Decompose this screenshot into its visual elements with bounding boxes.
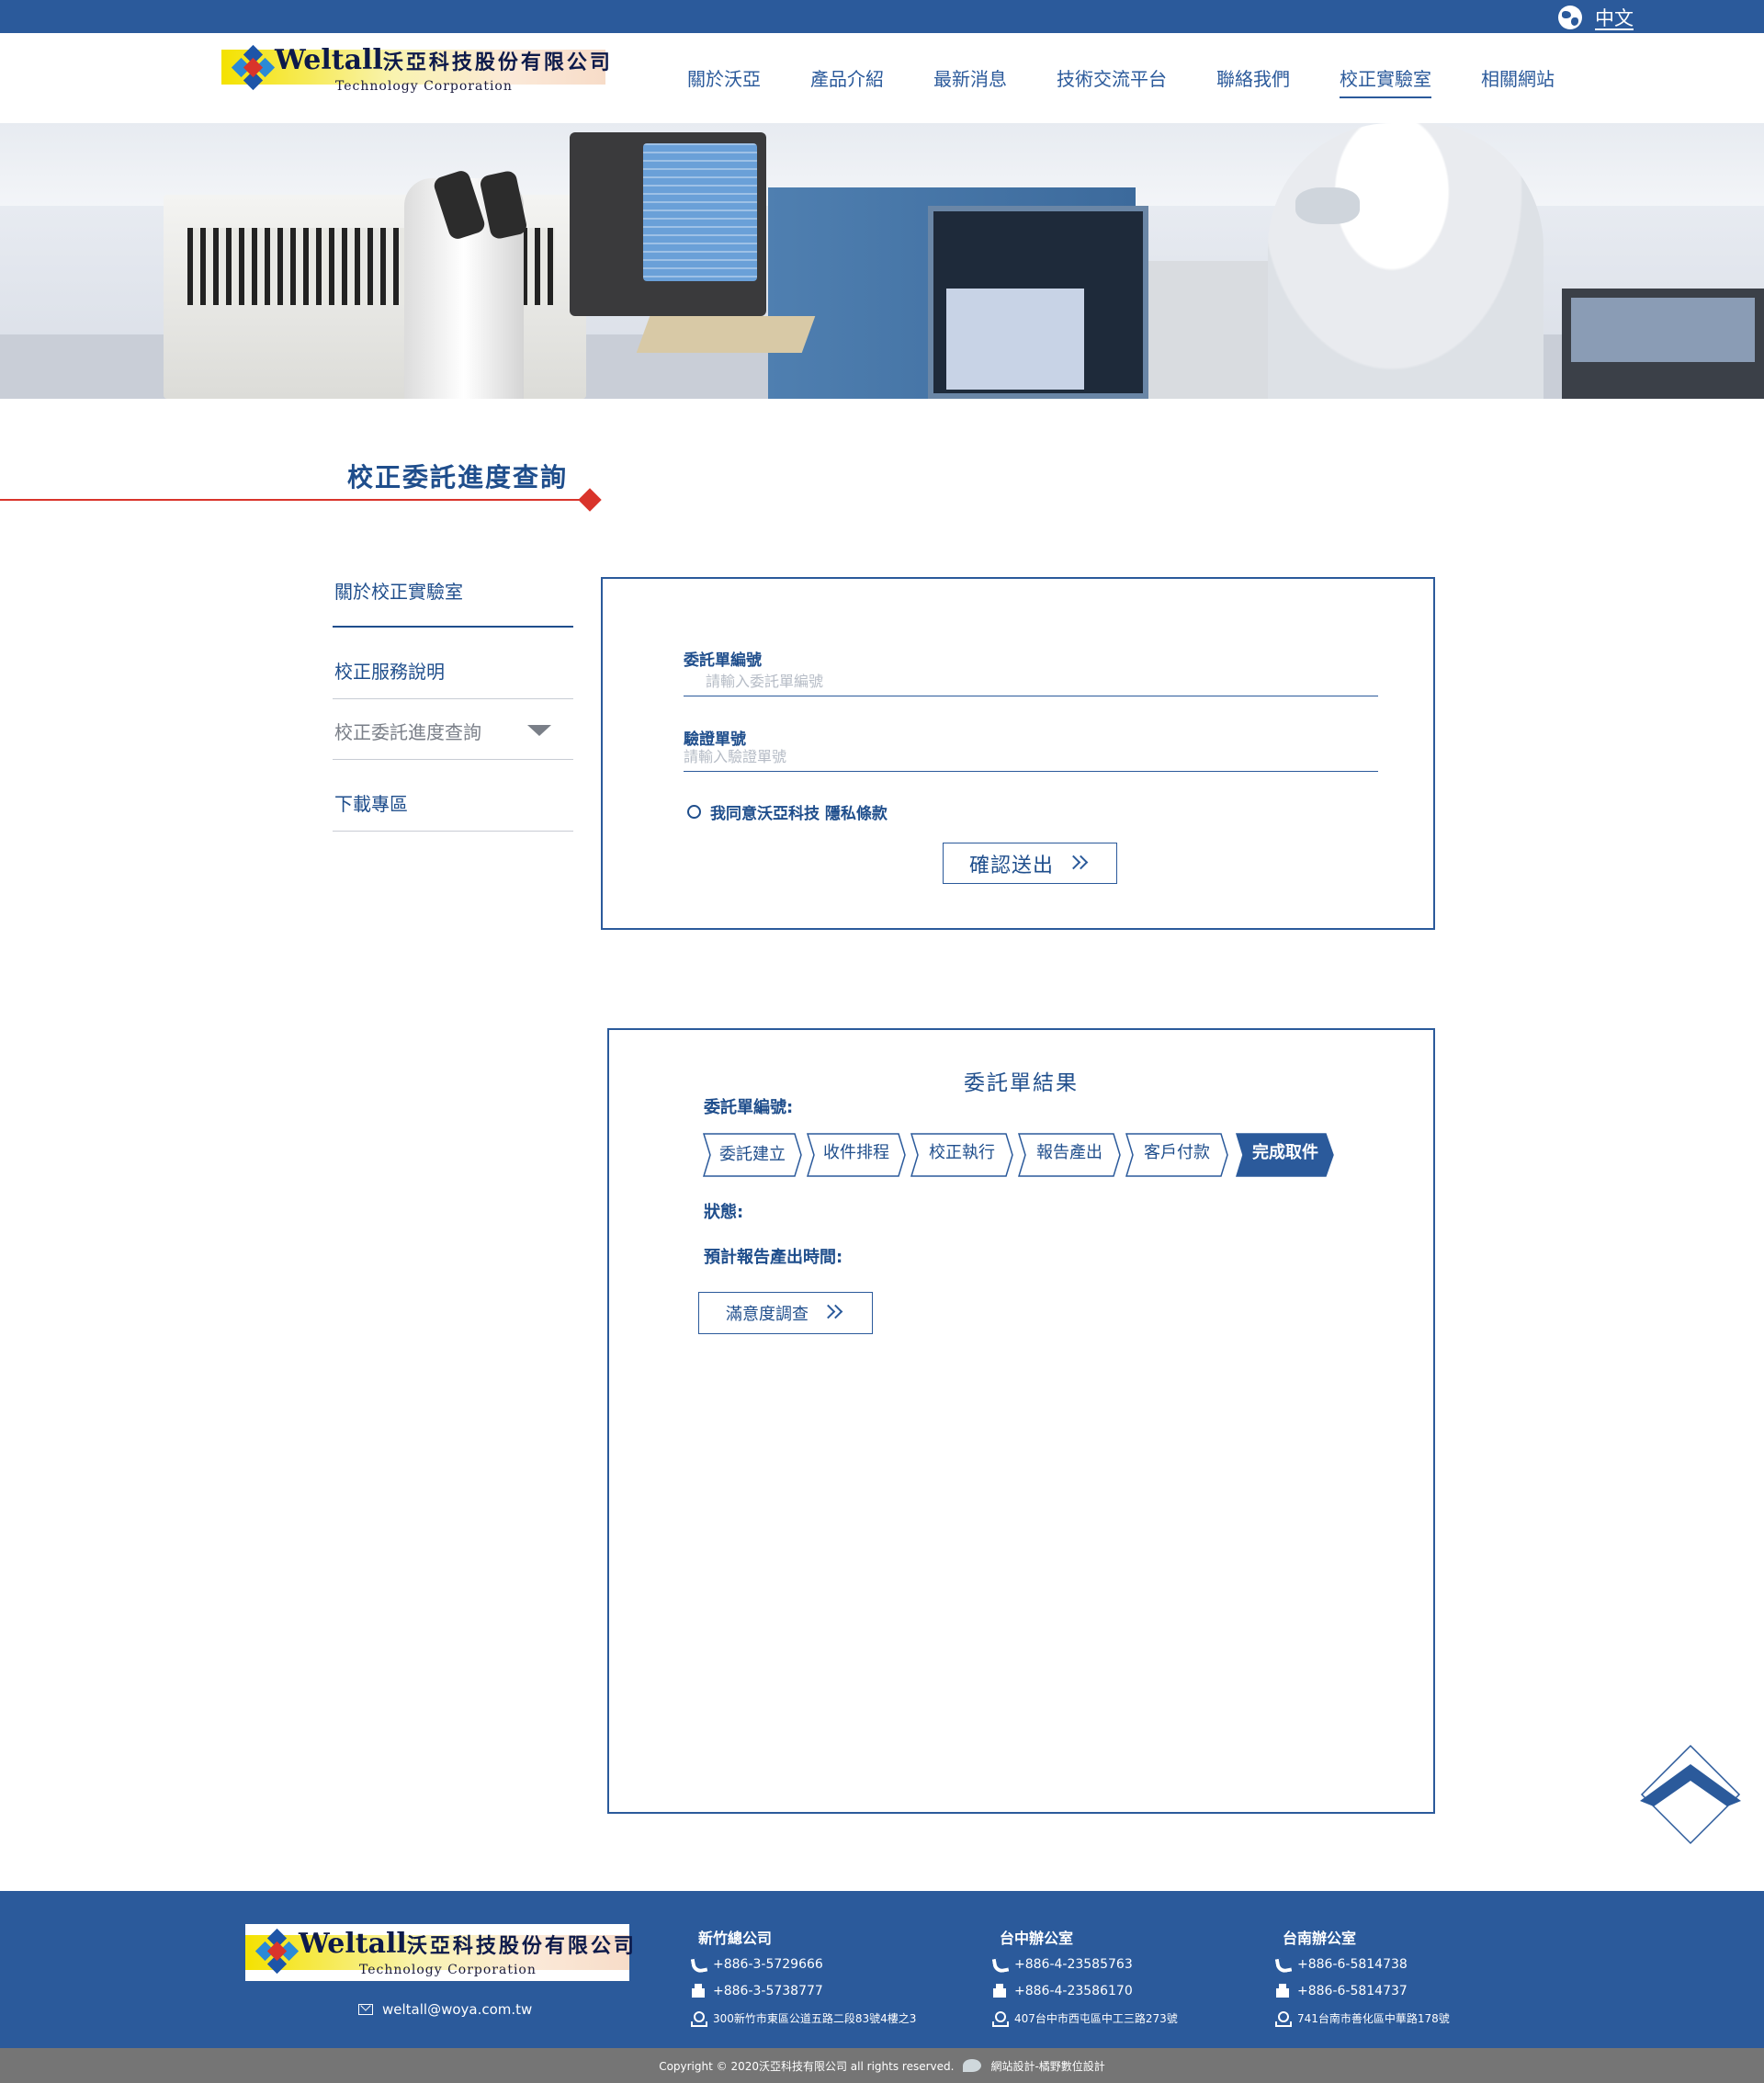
location-icon [1275, 2010, 1292, 2027]
office-fax: +886-4-23586170 [992, 1984, 1178, 1998]
chevron-up-icon [1640, 1744, 1741, 1845]
side-item-progress-query[interactable]: 校正委託進度查詢 [333, 710, 573, 760]
side-item-label: 校正委託進度查詢 [334, 721, 481, 743]
language-switch[interactable]: 中文 [1558, 4, 1634, 31]
step-label: 完成取件 [1252, 1143, 1318, 1162]
step-label: 報告產出 [1036, 1143, 1102, 1162]
logo-brand: Weltall沃亞科技股份有限公司 [299, 1928, 637, 1960]
logo-mark-icon [254, 1928, 300, 1975]
office-name: 台南辦公室 [1283, 1930, 1357, 1947]
back-to-top-button[interactable] [1640, 1744, 1741, 1845]
footer-email[interactable]: weltall@woya.com.tw [358, 2001, 532, 2018]
office-phone[interactable]: +886-6-5814738 [1275, 1957, 1450, 1972]
verify-number-input[interactable] [684, 742, 1378, 772]
step-label: 客戶付款 [1144, 1143, 1210, 1162]
logo-tagline: Technology Corporation [335, 79, 513, 94]
copyright-bar: Copyright © 2020沃亞科技有限公司 all rights rese… [0, 2048, 1764, 2083]
header: Weltall沃亞科技股份有限公司 Technology Corporation… [0, 33, 1764, 123]
office-tainan: 台南辦公室 +886-6-5814738 +886-6-5814737 741台… [1275, 1926, 1450, 2038]
step-label: 收件排程 [823, 1143, 889, 1162]
step-created: 委託建立 [703, 1133, 802, 1177]
query-form: 委託單編號 驗證單號 我同意沃亞科技 隱私條款 確認送出 [601, 577, 1435, 930]
status-label: 狀態: [704, 1203, 744, 1222]
step-completed: 完成取件 [1236, 1133, 1335, 1177]
fax-icon [691, 1984, 706, 1998]
designer-link[interactable]: 網站設計-橘野數位設計 [990, 2058, 1104, 2074]
step-payment: 客戶付款 [1125, 1133, 1228, 1177]
language-label[interactable]: 中文 [1595, 4, 1634, 31]
title-underline [0, 499, 588, 501]
side-menu: 關於校正實驗室 校正服務說明 校正委託進度查詢 下載專區 [333, 570, 573, 832]
phone-icon [992, 1957, 1007, 1972]
step-report: 報告產出 [1018, 1133, 1121, 1177]
office-phone[interactable]: +886-4-23585763 [992, 1957, 1178, 1972]
logo-brand: Weltall沃亞科技股份有限公司 [275, 44, 613, 76]
location-icon [992, 2010, 1009, 2027]
result-panel: 委託單結果 委託單編號: 委託建立 收件排程 校正執行 報告產出 客戶付款 完成… [607, 1028, 1435, 1814]
globe-icon [1558, 6, 1582, 29]
double-chevron-right-icon [1066, 855, 1091, 873]
office-taichung: 台中辦公室 +886-4-23585763 +886-4-23586170 40… [992, 1926, 1178, 2038]
result-order-label: 委託單編號: [704, 1098, 794, 1117]
email-text: weltall@woya.com.tw [382, 2001, 533, 2018]
footer: Weltall沃亞科技股份有限公司 Technology Corporation… [0, 1891, 1764, 2048]
mail-icon [358, 2004, 373, 2015]
copyright-text: Copyright © 2020沃亞科技有限公司 all rights rese… [659, 2059, 955, 2073]
main-nav: 關於沃亞 產品介紹 最新消息 技術交流平台 聯絡我們 校正實驗室 相關網站 [687, 64, 1604, 98]
designer-logo-icon [963, 2059, 982, 2072]
side-item-about-lab[interactable]: 關於校正實驗室 [333, 570, 573, 628]
radio-icon [687, 805, 701, 819]
office-phone[interactable]: +886-3-5729666 [691, 1957, 916, 1972]
nav-calibration-lab[interactable]: 校正實驗室 [1340, 64, 1431, 98]
side-item-label: 關於校正實驗室 [334, 581, 463, 603]
fax-icon [992, 1984, 1007, 1998]
location-icon [691, 2010, 707, 2027]
office-name: 新竹總公司 [698, 1930, 773, 1947]
office-hsinchu: 新竹總公司 +886-3-5729666 +886-3-5738777 300新… [691, 1926, 916, 2038]
page-title: 校正委託進度查詢 [347, 462, 569, 492]
step-label: 委託建立 [719, 1145, 786, 1164]
result-title: 委託單結果 [964, 1071, 1079, 1095]
eta-label: 預計報告產出時間: [704, 1248, 843, 1267]
nav-related-sites[interactable]: 相關網站 [1481, 64, 1555, 98]
chevron-down-icon [527, 725, 551, 736]
nav-about[interactable]: 關於沃亞 [687, 64, 761, 98]
logo-mark-icon [231, 44, 276, 91]
logo-tagline: Technology Corporation [359, 1963, 537, 1977]
submit-button[interactable]: 確認送出 [943, 843, 1117, 884]
office-fax: +886-3-5738777 [691, 1984, 916, 1998]
office-fax: +886-6-5814737 [1275, 1984, 1450, 1998]
office-address: 741台南市善化區中華路178號 [1275, 2010, 1450, 2027]
title-diamond-icon [578, 488, 602, 512]
phone-icon [1275, 1957, 1290, 1972]
side-item-downloads[interactable]: 下載專區 [333, 782, 573, 832]
top-bar: 中文 [0, 0, 1764, 33]
office-address: 407台中市西屯區中工三路273號 [992, 2010, 1178, 2027]
privacy-agree-radio[interactable]: 我同意沃亞科技 隱私條款 [687, 800, 888, 823]
double-chevron-right-icon [820, 1304, 845, 1322]
submit-label: 確認送出 [968, 854, 1054, 877]
office-name: 台中辦公室 [1000, 1930, 1074, 1947]
step-calibrating: 校正執行 [910, 1133, 1013, 1177]
side-item-service[interactable]: 校正服務說明 [333, 650, 573, 699]
nav-news[interactable]: 最新消息 [933, 64, 1007, 98]
footer-logo[interactable]: Weltall沃亞科技股份有限公司 Technology Corporation [245, 1924, 634, 1981]
survey-button[interactable]: 滿意度調查 [698, 1292, 873, 1334]
privacy-agree-label: 我同意沃亞科技 隱私條款 [710, 805, 888, 823]
office-address: 300新竹市東區公道五路二段83號4樓之3 [691, 2010, 916, 2027]
site-logo[interactable]: Weltall沃亞科技股份有限公司 Technology Corporation [221, 31, 610, 118]
hero-banner [0, 123, 1764, 399]
nav-tech-forum[interactable]: 技術交流平台 [1057, 64, 1167, 98]
side-item-label: 校正服務說明 [334, 661, 445, 683]
step-scheduling: 收件排程 [807, 1133, 906, 1177]
step-label: 校正執行 [929, 1143, 995, 1162]
progress-steps: 委託建立 收件排程 校正執行 報告產出 客戶付款 完成取件 [703, 1133, 1346, 1177]
fax-icon [1275, 1984, 1290, 1998]
survey-label: 滿意度調查 [726, 1305, 808, 1324]
side-item-label: 下載專區 [334, 793, 408, 815]
nav-contact[interactable]: 聯絡我們 [1216, 64, 1290, 98]
phone-icon [691, 1957, 706, 1972]
nav-products[interactable]: 產品介紹 [810, 64, 884, 98]
order-number-input[interactable] [684, 667, 1378, 696]
